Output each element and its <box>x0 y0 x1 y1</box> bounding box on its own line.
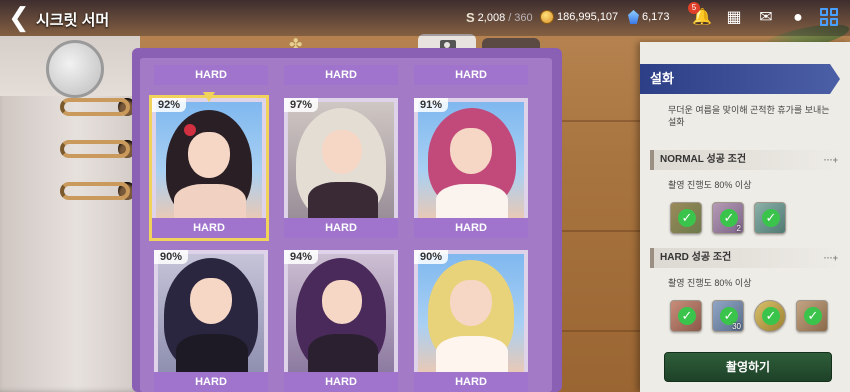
character-portrait <box>288 102 394 218</box>
photo-card[interactable]: 94% HARD <box>284 250 398 392</box>
card-label[interactable]: HARD <box>284 65 398 85</box>
difficulty-label: HARD <box>284 372 398 392</box>
photo-card[interactable]: 97% HARD <box>284 98 398 238</box>
reward-item[interactable]: ✓ <box>670 300 702 332</box>
photo-card[interactable]: 90% HARD <box>414 250 528 392</box>
check-icon: ✓ <box>762 307 780 325</box>
panel-description: 무더운 여름을 맞이해 곤적한 휴가를 보내는 설화 <box>668 105 830 127</box>
gold-coin-icon <box>540 10 554 24</box>
hard-condition-text: 촬영 진행도 80% 이상 <box>668 278 752 288</box>
reward-item[interactable]: ✓ <box>754 202 786 234</box>
photo-card[interactable]: 92% HARD <box>149 95 269 241</box>
card-label[interactable]: HARD <box>414 65 528 85</box>
mail-icon[interactable]: ✉ <box>756 8 776 28</box>
expand-icon[interactable]: ···+ <box>824 248 838 268</box>
chevron-left-icon: ❮ <box>8 2 30 32</box>
progress-percent: 90% <box>154 250 189 264</box>
reward-item[interactable]: ✓ <box>796 300 828 332</box>
reward-item[interactable]: ✓ <box>670 202 702 234</box>
gem-icon <box>628 10 639 24</box>
info-panel: 설화 무더운 여름을 맞이해 곤적한 휴가를 보내는 설화 NORMAL 성공 … <box>640 42 850 392</box>
progress-percent: 94% <box>284 250 319 264</box>
binder-ring <box>60 140 130 158</box>
gold-display: 186,995,107 <box>540 10 618 24</box>
check-icon: ✓ <box>762 209 780 227</box>
character-portrait <box>158 254 264 372</box>
card-label[interactable]: HARD <box>154 65 268 85</box>
shoot-button[interactable]: 촬영하기 <box>664 352 832 382</box>
hard-condition-heading: HARD 성공 조건 ···+ <box>650 248 842 268</box>
character-portrait <box>288 254 394 372</box>
stamina-icon: S <box>466 10 475 25</box>
gem-amount: 6,173 <box>642 11 670 23</box>
stamina-display: S 2,008 / 360 <box>466 10 533 25</box>
difficulty-label: HARD <box>154 372 268 392</box>
reward-item[interactable]: ✓ 2 <box>712 202 744 234</box>
chat-icon[interactable]: ● <box>788 8 808 28</box>
difficulty-label: HARD <box>152 218 266 238</box>
difficulty-label: HARD <box>284 218 398 238</box>
gem-display: 6,173 <box>628 10 670 24</box>
top-bar <box>0 0 850 36</box>
notification-badge: 5 <box>688 2 700 14</box>
binder-ring <box>60 182 130 200</box>
stamina-max: 360 <box>514 11 533 24</box>
reward-item[interactable]: ✓ 30 <box>712 300 744 332</box>
page-title: 시크릿 서머 <box>36 12 110 29</box>
photo-card[interactable]: 91% HARD <box>414 98 528 238</box>
progress-percent: 90% <box>414 250 449 264</box>
character-portrait <box>156 102 262 218</box>
check-icon: ✓ <box>804 307 822 325</box>
normal-condition-heading: NORMAL 성공 조건 ···+ <box>650 150 842 170</box>
binder-ring <box>60 98 130 116</box>
panel-title: 설화 <box>640 64 840 94</box>
menu-grid-icon[interactable] <box>820 8 838 26</box>
check-icon: ✓ <box>678 209 696 227</box>
mailbox-icon[interactable]: ▦ <box>724 8 744 28</box>
back-button[interactable]: ❮ <box>8 2 34 32</box>
expand-icon[interactable]: ···+ <box>824 150 838 170</box>
gold-amount: 186,995,107 <box>557 11 619 23</box>
character-portrait <box>418 102 524 218</box>
check-icon: ✓ <box>678 307 696 325</box>
normal-condition-text: 촬영 진행도 80% 이상 <box>668 180 752 190</box>
difficulty-label: HARD <box>414 218 528 238</box>
binder-clasp <box>46 40 104 98</box>
stamina-current: 2,008 <box>477 11 506 24</box>
character-portrait <box>418 254 524 372</box>
progress-percent: 97% <box>284 98 319 112</box>
progress-percent: 91% <box>414 98 449 112</box>
difficulty-label: HARD <box>414 372 528 392</box>
reward-item[interactable]: ✓ <box>754 300 786 332</box>
progress-percent: 92% <box>152 98 187 112</box>
check-icon: ✓ <box>720 209 738 227</box>
photo-card[interactable]: 90% HARD <box>154 250 268 392</box>
